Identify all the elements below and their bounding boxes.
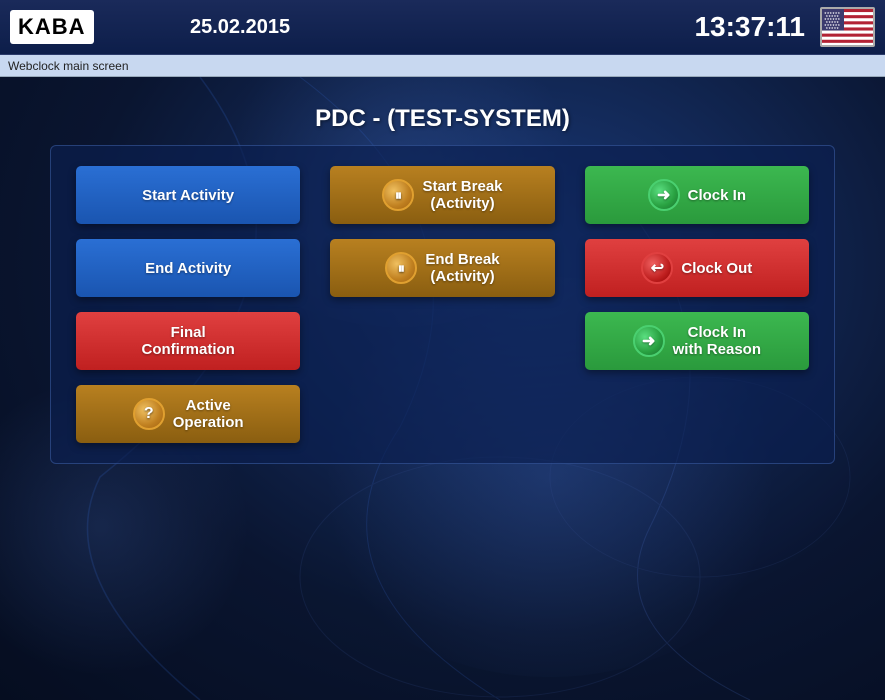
clock-out-button[interactable]: ↩ Clock Out: [585, 239, 809, 297]
arrow-reason-icon: ➜: [633, 325, 665, 357]
clock-in-button[interactable]: ➜ Clock In: [585, 166, 809, 224]
active-operation-label: ActiveOperation: [173, 397, 244, 431]
header: KABA 25.02.2015 13:37:11 ★★★★★★ ★★★★★ ★★…: [0, 0, 885, 55]
active-operation-button[interactable]: ? ActiveOperation: [76, 385, 300, 443]
arrow-left-icon: ↩: [641, 252, 673, 284]
logo-area: KABA: [10, 10, 170, 44]
clock-in-label: Clock In: [688, 187, 746, 204]
nav-label: Webclock main screen: [8, 59, 129, 73]
svg-text:★★★★★: ★★★★★: [826, 26, 840, 30]
kaba-logo: KABA: [10, 10, 94, 44]
main-area: PDC - (TEST-SYSTEM) Start Activity ⏸ Sta…: [0, 77, 885, 700]
panel-title: PDC - (TEST-SYSTEM): [20, 87, 865, 145]
buttons-grid: Start Activity ⏸ Start Break(Activity) ➜…: [50, 145, 835, 464]
time-display: 13:37:11: [694, 11, 805, 43]
pause2-icon: ⏸: [385, 252, 417, 284]
end-break-activity-button[interactable]: ⏸ End Break(Activity): [330, 239, 554, 297]
content-panel: PDC - (TEST-SYSTEM) Start Activity ⏸ Sta…: [0, 77, 885, 474]
clock-in-reason-label: Clock Inwith Reason: [673, 324, 761, 358]
pause-icon: ⏸: [382, 179, 414, 211]
clock-out-label: Clock Out: [681, 260, 752, 277]
nav-bar: Webclock main screen: [0, 55, 885, 77]
flag-icon[interactable]: ★★★★★★ ★★★★★ ★★★★★★ ★★★★★ ★★★★★★ ★★★★★: [820, 7, 875, 47]
start-activity-label: Start Activity: [142, 187, 234, 204]
final-confirmation-label: FinalConfirmation: [142, 324, 235, 358]
question-icon: ?: [133, 398, 165, 430]
final-confirmation-button[interactable]: FinalConfirmation: [76, 312, 300, 370]
end-activity-button[interactable]: End Activity: [76, 239, 300, 297]
arrow-right-icon: ➜: [648, 179, 680, 211]
clock-in-reason-button[interactable]: ➜ Clock Inwith Reason: [585, 312, 809, 370]
date-display: 25.02.2015: [190, 16, 694, 39]
start-break-label: Start Break(Activity): [422, 178, 502, 212]
end-break-label: End Break(Activity): [425, 251, 499, 285]
end-activity-label: End Activity: [145, 260, 231, 277]
start-break-activity-button[interactable]: ⏸ Start Break(Activity): [330, 166, 554, 224]
start-activity-button[interactable]: Start Activity: [76, 166, 300, 224]
